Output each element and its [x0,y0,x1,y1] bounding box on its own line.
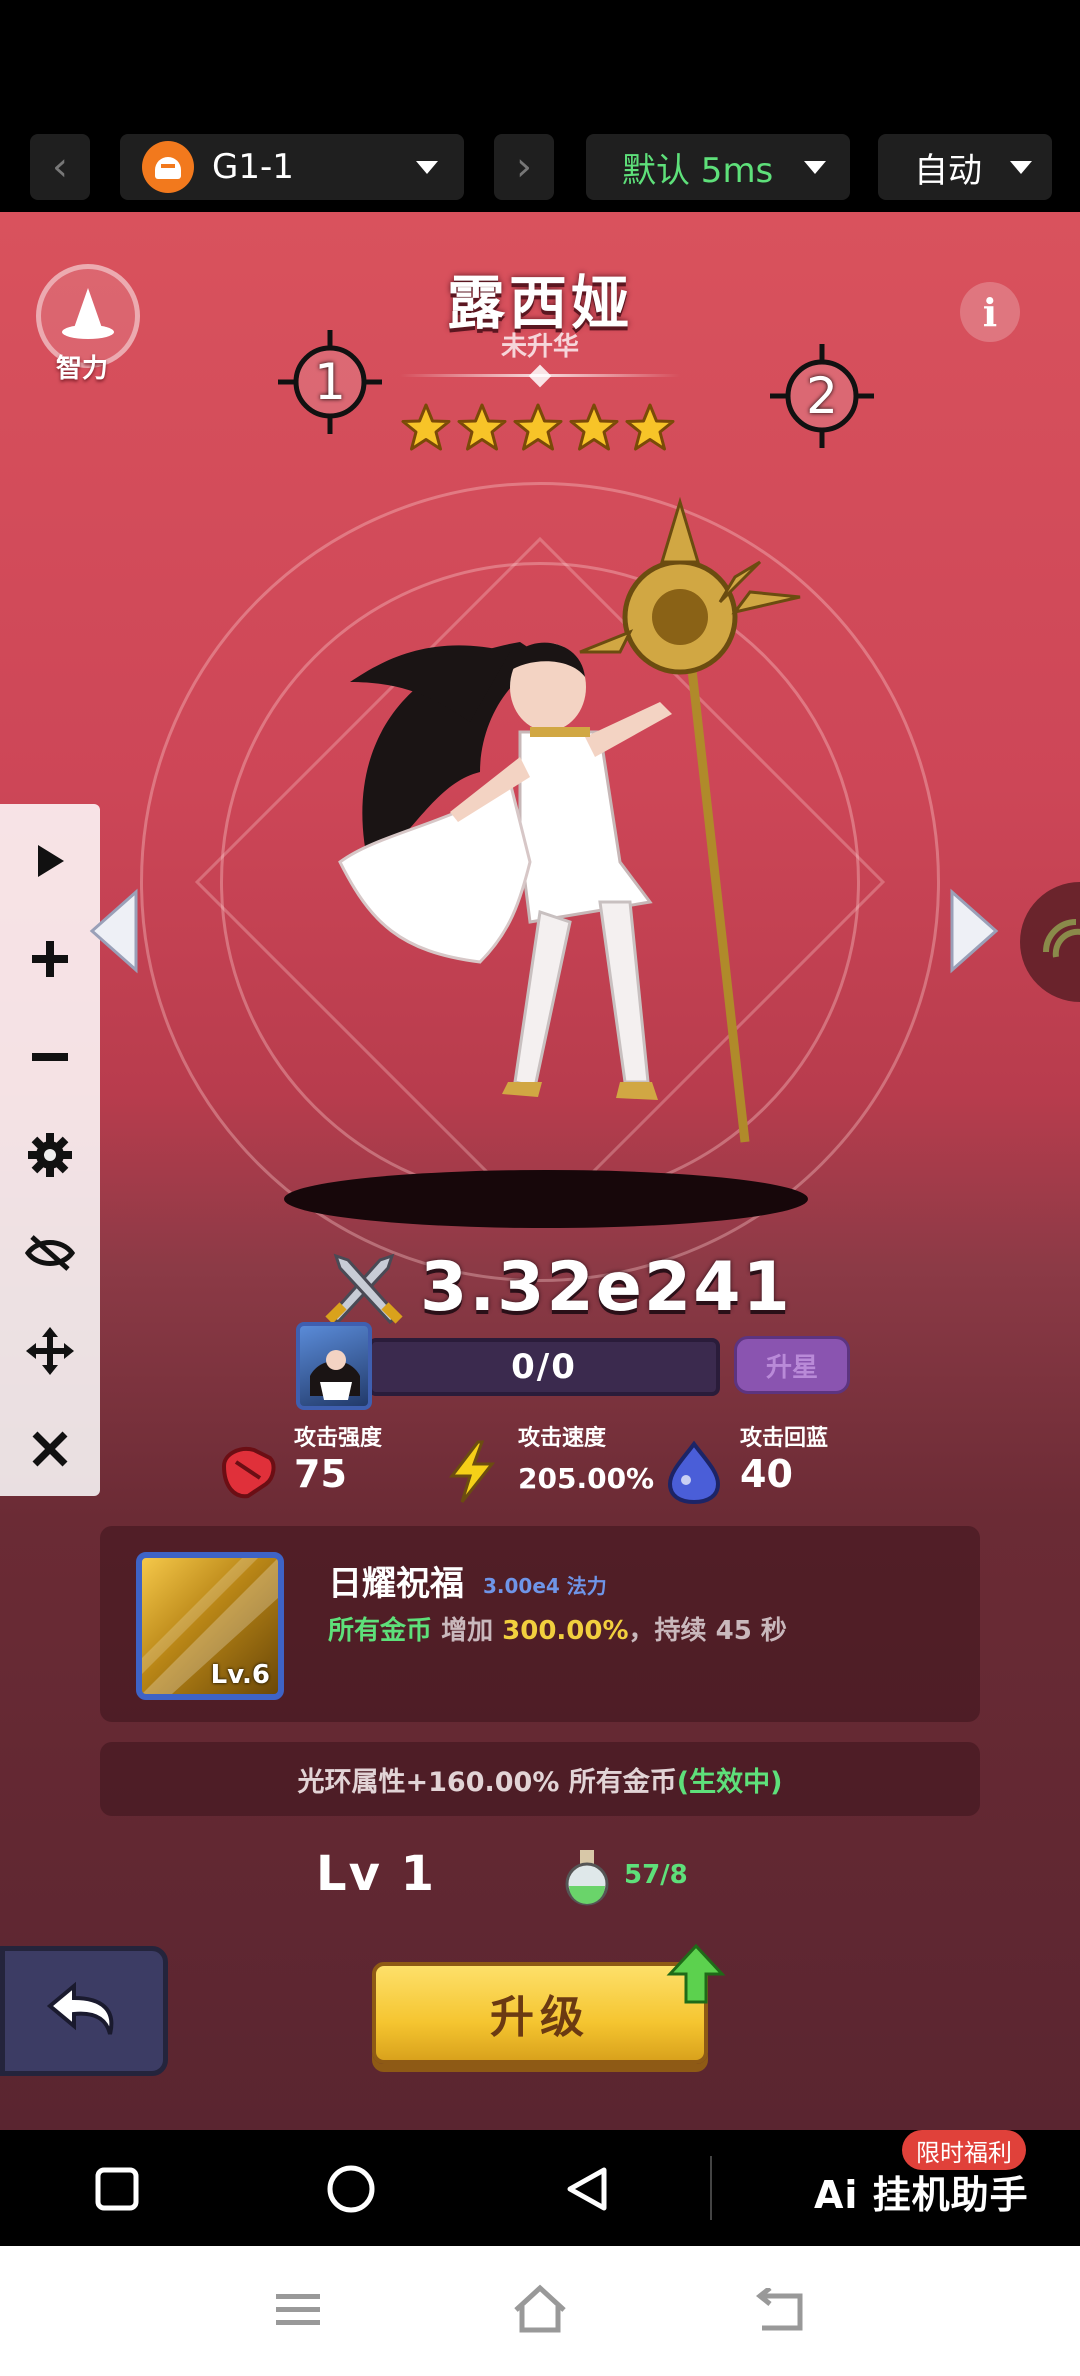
team-slot-number: 2 [806,367,838,425]
close-button[interactable] [0,1400,100,1498]
hero-ascension-status: 未升华 [500,332,579,362]
assistant-brand[interactable]: Ai 挂机助手 [814,2164,1029,2219]
skill-effect-percent: 300.00% [502,1616,629,1646]
upgrade-button[interactable]: 升级 [372,1962,708,2064]
latency-value: 默认 5ms [622,150,774,191]
crossed-swords-icon [325,1253,403,1324]
level-resource-value: 57/8 [624,1860,688,1890]
hero-portrait-card [296,1322,372,1410]
stat-label: 攻击速度 [518,1426,607,1451]
device-name: G1-1 [212,147,294,187]
device-select[interactable]: G1-1 [120,134,464,200]
close-icon [32,1431,68,1467]
zoom-out-button[interactable] [0,1008,100,1106]
hide-button[interactable] [0,1204,100,1302]
team-slot-2[interactable]: 2 [764,338,880,454]
play-icon [38,845,64,877]
prev-hero-arrow[interactable] [84,886,144,976]
stat-value: 205.00% [518,1462,655,1495]
chevron-down-icon [416,160,438,174]
skill-target: 所有金币 [328,1616,433,1646]
game-view: 智力 露西娅 未升华 i 1 2 3.32e241 0/0 升星 攻击强度 75… [0,212,1080,2130]
stat-label: 攻击强度 [294,1426,383,1451]
level-row: Lv 1 57/8 [286,1840,806,1920]
nav-divider [710,2156,712,2220]
chevron-down-icon [804,160,826,174]
level-resource-count: 57/8 [624,1860,688,1890]
aura-bonus: 光环属性+160.00% 所有金币 (生效中) [100,1742,980,1816]
chevron-down-icon [1010,160,1032,174]
mode-value: 自动 [914,150,982,191]
star-icon [569,403,619,451]
stat-value: 75 [294,1452,347,1496]
potion-icon [565,1850,609,1906]
skill-duration: ，持续 45 秒 [628,1616,787,1646]
hero-character-image [338,496,801,1143]
hero-level: Lv 1 [316,1846,436,1902]
move-icon [26,1327,74,1375]
floating-assistant-button[interactable] [1020,882,1080,1002]
aura-text: 光环属性+160.00% 所有金币 [297,1766,677,1798]
skill-description: 所有金币 增加 300.00%，持续 45 秒 [328,1610,787,1647]
team-slot-1[interactable]: 1 [272,324,388,440]
back-return-icon[interactable] [754,2288,808,2332]
star-fragment-count: 0/0 [511,1347,577,1387]
system-gesture-bar [0,2246,1080,2376]
stat-label: 攻击回蓝 [740,1426,829,1451]
skill-level: Lv.6 [210,1660,270,1690]
skill-effect-verb: 增加 [441,1616,494,1646]
combat-power: 3.32e241 [320,1248,792,1327]
upgrade-star-button[interactable]: 升星 [734,1336,850,1394]
android-icon [142,141,194,193]
mode-select[interactable]: 自动 [878,134,1052,200]
next-device-button[interactable]: › [494,134,554,200]
star-icon [513,403,563,451]
screen: ‹ G1-1 › 默认 5ms 自动 智力 露西娅 未升华 i 1 2 3.32… [0,0,1080,2376]
promo-badge[interactable]: 限时福利 [902,2130,1026,2170]
skill-panel: Lv.6 日耀祝福 3.00e4 法力 所有金币 增加 300.00%，持续 4… [100,1526,980,1722]
aura-status: (生效中) [676,1766,783,1798]
plus-icon [32,941,68,977]
star-icon [457,403,507,451]
team-slot-number: 1 [314,353,346,411]
hero-portrait-icon [310,1350,360,1400]
fist-icon [221,1447,276,1499]
gear-icon [28,1133,72,1177]
chevron-left-icon: ‹ [52,144,68,190]
back-button[interactable] [0,1946,168,2076]
skill-name: 日耀祝福 [328,1564,464,1604]
title-divider-gem [528,364,552,388]
chevron-right-icon: › [516,144,532,190]
lightning-icon [448,1440,496,1503]
star-rating [400,402,676,454]
wifi-icon [1043,919,1080,958]
home-outline-icon[interactable] [510,2284,570,2334]
star-icon [625,403,675,451]
star-fragment-progress: 0/0 [368,1338,720,1396]
undo-icon [46,1981,114,2035]
back-triangle-icon[interactable] [564,2166,610,2212]
next-hero-arrow[interactable] [944,886,1004,976]
latency-select[interactable]: 默认 5ms [586,134,850,200]
home-icon[interactable] [326,2164,376,2214]
mana-drop-icon [667,1440,721,1505]
skill-icon[interactable]: Lv.6 [136,1552,284,1700]
menu-icon[interactable] [274,2290,322,2330]
move-button[interactable] [0,1302,100,1400]
prev-device-button[interactable]: ‹ [30,134,90,200]
info-button[interactable]: i [960,282,1020,342]
arrow-up-icon [666,1944,726,2004]
info-icon: i [982,289,998,335]
stat-value: 40 [740,1452,793,1496]
combat-power-value: 3.32e241 [420,1248,792,1327]
skill-mana-cost: 3.00e4 法力 [483,1574,607,1598]
minus-icon [32,1053,68,1061]
settings-button[interactable] [0,1106,100,1204]
eye-off-icon [24,1235,76,1271]
android-nav-bar: Ai 挂机助手 限时福利 [0,2130,1080,2246]
star-icon [401,403,451,451]
recent-apps-icon[interactable] [94,2166,140,2212]
device-toolbar: ‹ G1-1 › 默认 5ms 自动 [0,0,1080,212]
